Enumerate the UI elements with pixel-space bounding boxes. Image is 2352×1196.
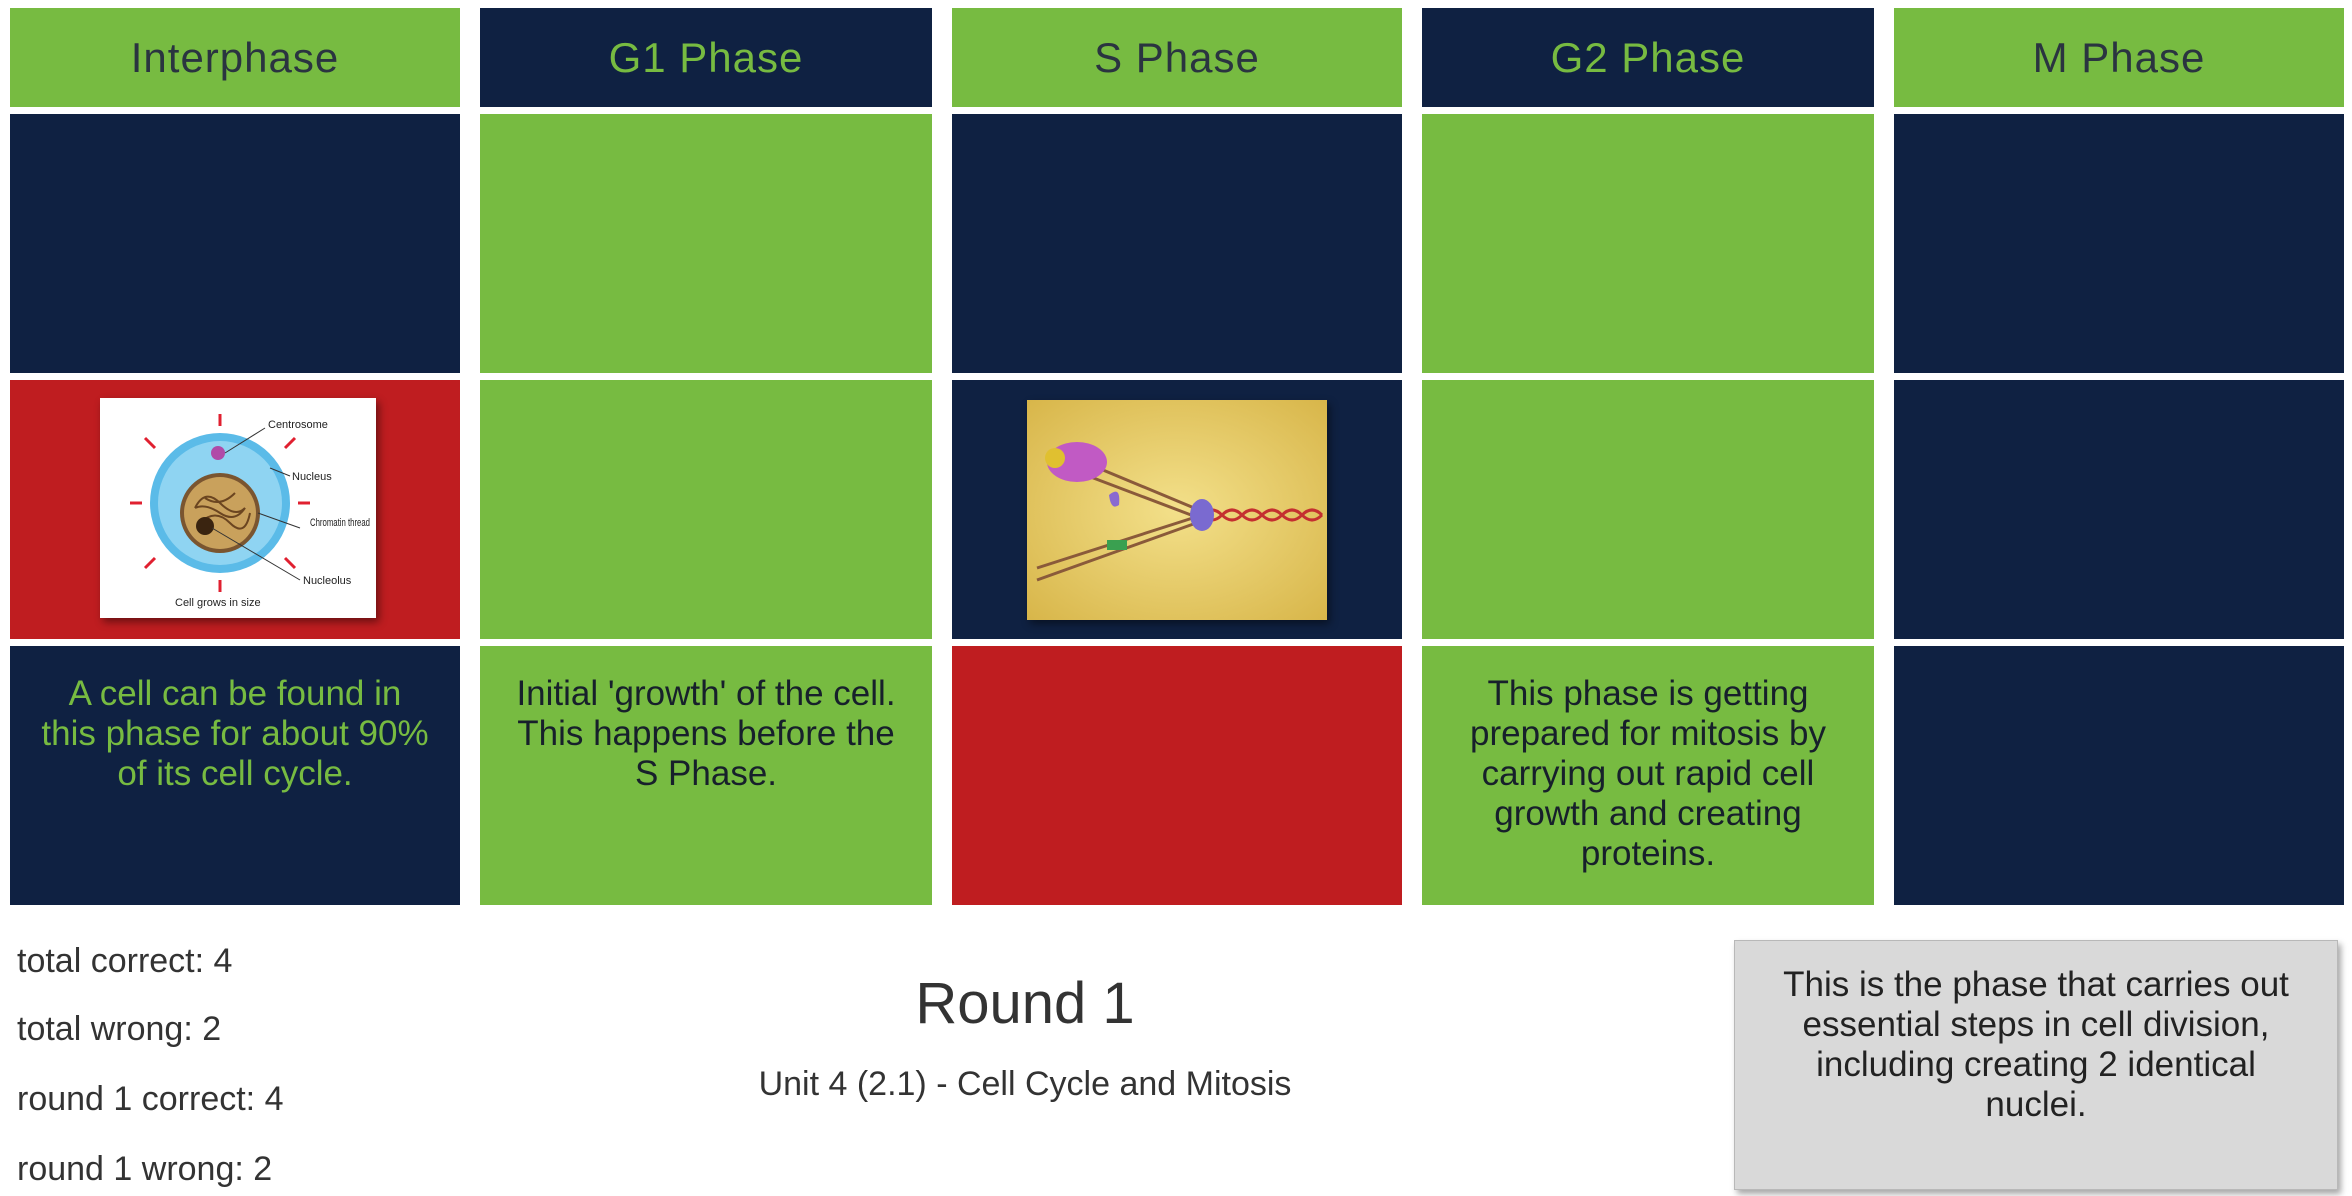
header-interphase: Interphase <box>10 8 460 107</box>
dna-replication-icon <box>1027 400 1327 620</box>
prompt-card[interactable]: This is the phase that carries out essen… <box>1734 940 2338 1190</box>
diagram-label-growth: Cell grows in size <box>175 597 261 609</box>
clue-text: Initial 'growth' of the cell. This happe… <box>516 674 896 793</box>
card-interphase-3[interactable]: A cell can be found in this phase for ab… <box>10 646 460 905</box>
card-g1-3[interactable]: Initial 'growth' of the cell. This happe… <box>480 646 932 905</box>
diagram-label-nucleus: Nucleus <box>292 471 332 483</box>
header-label: G2 Phase <box>1550 33 1746 81</box>
card-s-1[interactable] <box>952 114 1402 373</box>
round-subtitle: Unit 4 (2.1) - Cell Cycle and Mitosis <box>758 1065 1292 1103</box>
dna-replication-image <box>1027 400 1327 620</box>
header-m-phase: M Phase <box>1894 8 2344 107</box>
round-correct: round 1 correct: 4 <box>17 1080 284 1118</box>
clue-text: This phase is getting prepared for mitos… <box>1470 674 1826 873</box>
header-g1-phase: G1 Phase <box>480 8 932 107</box>
clue-text: A cell can be found in this phase for ab… <box>41 674 429 793</box>
round-title: Round 1 <box>915 971 1135 1036</box>
diagram-label-centrosome: Centrosome <box>268 419 328 431</box>
diagram-label-chromatin: Chromatin thread <box>310 517 370 529</box>
total-wrong: total wrong: 2 <box>17 1010 222 1048</box>
header-label: M Phase <box>2032 33 2206 81</box>
header-label: G1 Phase <box>608 33 804 81</box>
cell-diagram-icon: Centrosome Nucleus Chromatin thread Nucl… <box>130 414 370 609</box>
card-interphase-1[interactable] <box>10 114 460 373</box>
header-s-phase: S Phase <box>952 8 1402 107</box>
header-g2-phase: G2 Phase <box>1422 8 1874 107</box>
card-g2-1[interactable] <box>1422 114 1874 373</box>
card-s-2[interactable] <box>952 380 1402 639</box>
total-correct: total correct: 4 <box>17 942 233 980</box>
card-g1-2[interactable] <box>480 380 932 639</box>
cell-diagram-image: Centrosome Nucleus Chromatin thread Nucl… <box>100 398 376 618</box>
card-m-2[interactable] <box>1894 380 2344 639</box>
card-m-3[interactable] <box>1894 646 2344 905</box>
header-label: Interphase <box>130 33 340 81</box>
card-g2-2[interactable] <box>1422 380 1874 639</box>
card-s-3[interactable] <box>952 646 1402 905</box>
card-g2-3[interactable]: This phase is getting prepared for mitos… <box>1422 646 1874 905</box>
round-wrong: round 1 wrong: 2 <box>17 1150 273 1188</box>
card-interphase-2[interactable]: Centrosome Nucleus Chromatin thread Nucl… <box>10 380 460 639</box>
card-m-1[interactable] <box>1894 114 2344 373</box>
diagram-label-nucleolus: Nucleolus <box>303 575 352 587</box>
header-label: S Phase <box>1094 33 1260 81</box>
card-g1-1[interactable] <box>480 114 932 373</box>
